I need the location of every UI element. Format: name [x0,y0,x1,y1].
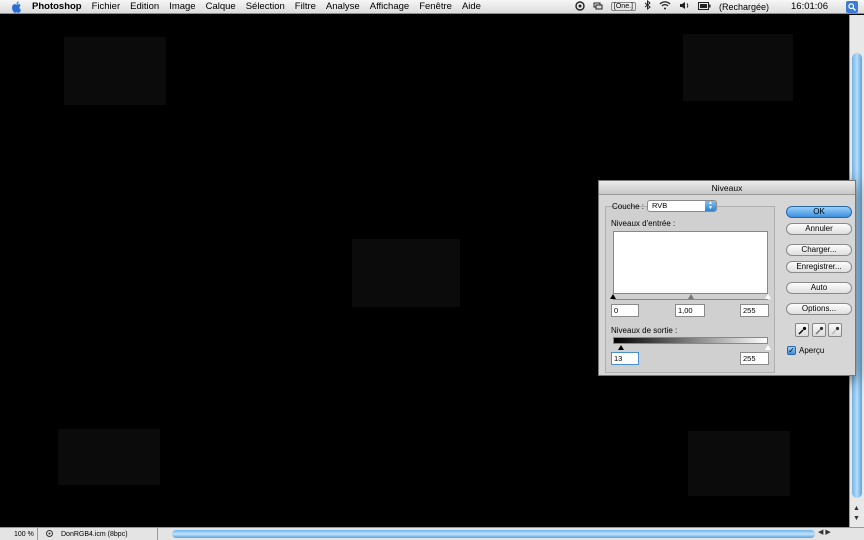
menu-image[interactable]: Image [169,1,195,12]
menu-aide[interactable]: Aide [462,1,481,12]
channel-value: RVB [652,201,668,210]
input-black-slider[interactable] [610,294,616,299]
status-bar: 100 % DonRGB4.icm (8bpc) ◀ ▶ [0,527,864,540]
white-eyedropper-icon[interactable] [828,323,842,337]
menubar: Photoshop Fichier Edition Image Calque S… [0,0,864,14]
options-button[interactable]: Options... [786,303,852,315]
scroll-down-arrow-icon[interactable]: ▼ [853,515,860,522]
user-badge[interactable]: [One.] [610,2,636,11]
menu-edition[interactable]: Edition [130,1,159,12]
patch-bottom-left [58,429,160,485]
doc-info-menu-icon[interactable] [46,529,53,539]
input-levels-label: Niveaux d'entrée : [611,219,676,228]
menu-fenetre[interactable]: Fenêtre [419,1,452,12]
auto-button[interactable]: Auto [786,282,852,294]
doc-profile: DonRGB4.icm (8bpc) [61,530,128,538]
output-white-slider[interactable] [765,345,771,350]
ok-button[interactable]: OK [786,206,852,218]
output-black-slider[interactable] [618,345,624,350]
apple-menu-icon[interactable] [10,1,24,13]
input-black-field[interactable]: 0 [611,304,639,317]
battery-status: (Rechargée) [718,1,770,12]
levels-dialog: Niveaux Couche : RVB ▲ ▼ Niveaux d'entrée… [598,180,856,376]
black-eyedropper-icon[interactable] [795,323,809,337]
preview-label[interactable]: Aperçu [799,346,824,355]
patch-top-left [64,37,166,105]
histogram [613,231,768,294]
output-levels-label: Niveaux de sortie : [611,326,678,335]
select-arrows-icon: ▲ ▼ [705,201,716,211]
input-gamma-field[interactable]: 1,00 [675,304,705,317]
menu-fichier[interactable]: Fichier [92,1,121,12]
save-button[interactable]: Enregistrer... [786,261,852,273]
patch-center [352,239,460,307]
scroll-up-arrow-icon[interactable]: ▲ [853,505,860,512]
bluetooth-icon[interactable] [644,0,651,13]
menu-analyse[interactable]: Analyse [326,1,360,12]
horizontal-scroll-arrows-icon[interactable]: ◀ ▶ [818,528,831,536]
volume-icon[interactable] [679,1,690,12]
menu-filtre[interactable]: Filtre [295,1,316,12]
input-white-field[interactable]: 255 [740,304,769,317]
sync-icon[interactable] [575,0,585,13]
document-info[interactable]: DonRGB4.icm (8bpc) [38,528,158,540]
menu-affichage[interactable]: Affichage [370,1,409,12]
patch-top-right [683,34,793,101]
menu-selection[interactable]: Sélection [246,1,285,12]
app-menu-photoshop[interactable]: Photoshop [32,1,82,12]
channel-select[interactable]: RVB ▲ ▼ [647,200,717,212]
output-black-field[interactable]: 13 [611,352,639,365]
input-white-slider[interactable] [765,294,771,299]
user-switch-icon[interactable] [593,1,603,13]
battery-icon[interactable] [697,1,711,12]
dialog-title[interactable]: Niveaux [599,181,855,195]
load-button[interactable]: Charger... [786,244,852,256]
spotlight-search-icon[interactable] [846,0,858,13]
patch-bottom-right [688,431,790,496]
cancel-button[interactable]: Annuler [786,223,852,235]
zoom-level[interactable]: 100 % [0,528,38,540]
horizontal-scroll-thumb[interactable] [172,530,815,538]
output-white-field[interactable]: 255 [740,352,769,365]
channel-label: Couche : [612,202,645,211]
input-slider-track [613,299,768,300]
wifi-icon[interactable] [659,1,671,12]
menubar-clock[interactable]: 16:01:06 [791,1,828,12]
input-gamma-slider[interactable] [688,294,694,299]
preview-checkbox[interactable]: ✓ [787,346,796,355]
menu-calque[interactable]: Calque [206,1,236,12]
output-gradient [613,337,768,344]
gray-eyedropper-icon[interactable] [812,323,826,337]
